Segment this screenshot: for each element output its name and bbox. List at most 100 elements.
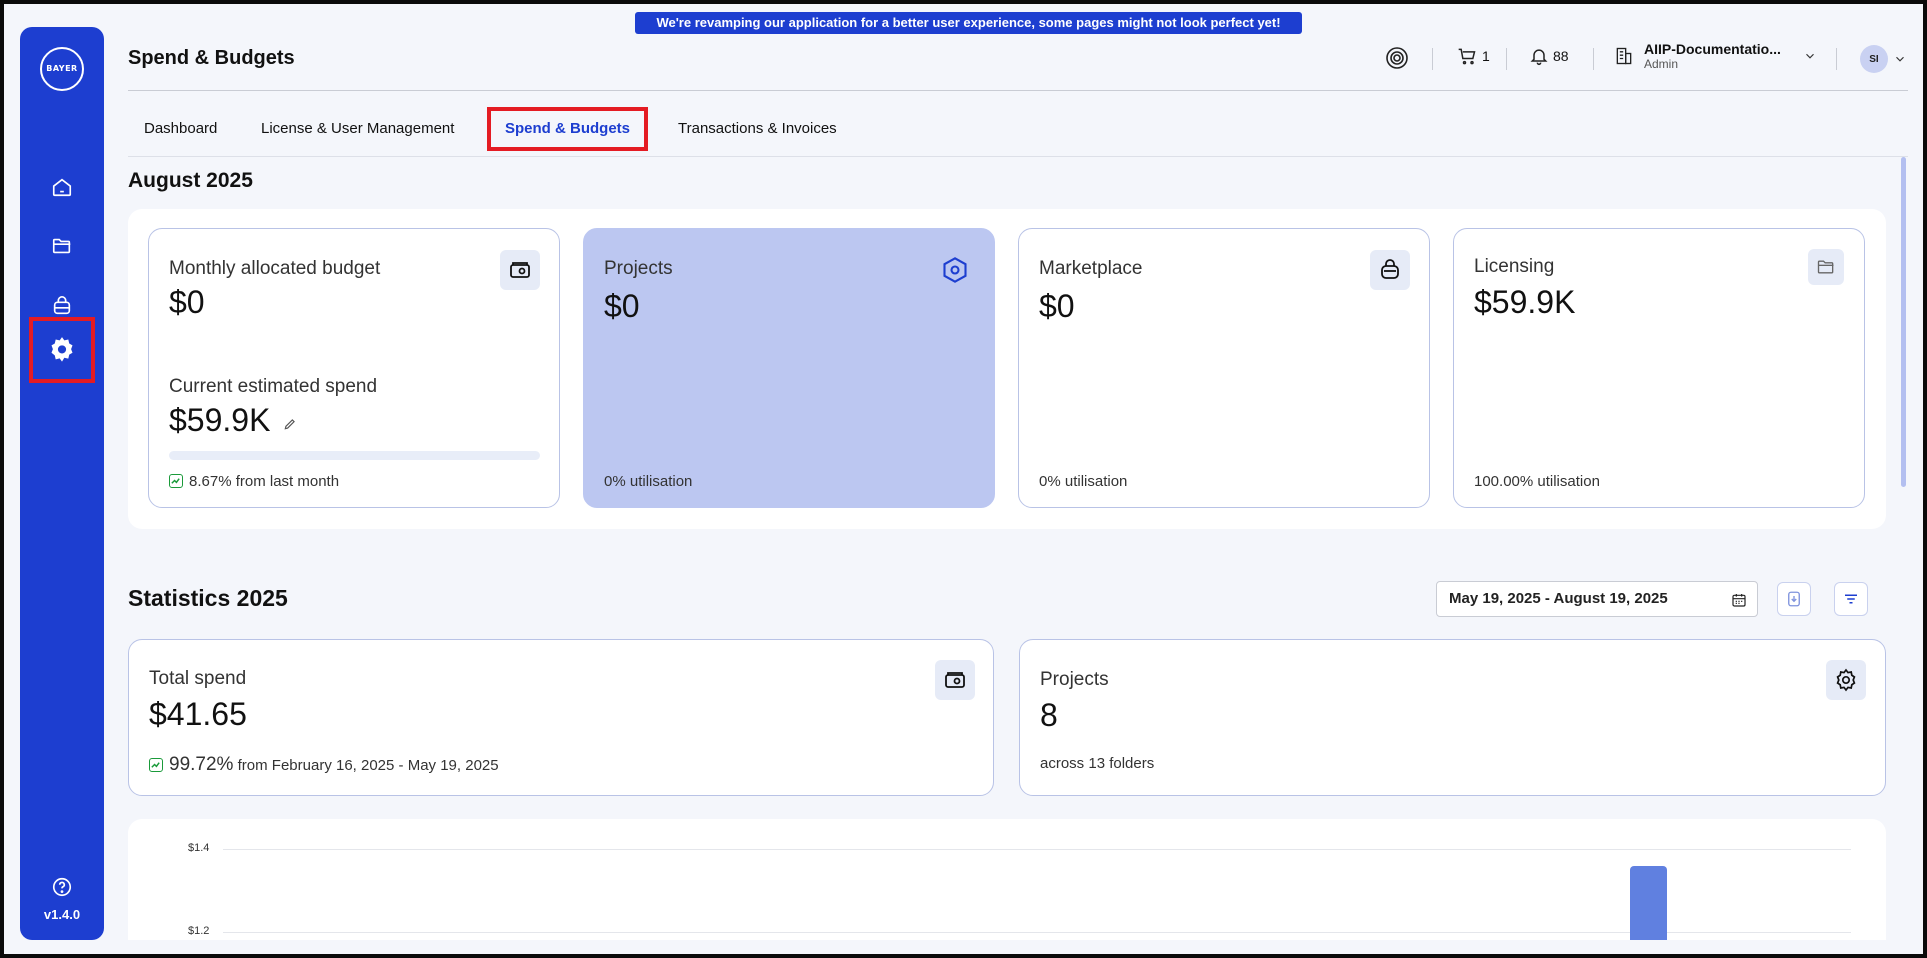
sidebar-item-help[interactable] xyxy=(42,867,82,907)
edit-icon[interactable] xyxy=(283,417,297,431)
chevron-down-icon xyxy=(1805,53,1814,59)
total-spend-value: $41.65 xyxy=(149,696,247,732)
bayer-logo[interactable]: BAYER xyxy=(40,47,84,91)
folder-icon xyxy=(52,238,71,254)
revamp-banner: We're revamping our application for a be… xyxy=(635,12,1302,34)
tab-spend-budgets[interactable]: Spend & Budgets xyxy=(487,107,649,151)
download-icon xyxy=(1788,591,1800,607)
cart-count: 1 xyxy=(1482,48,1490,64)
cart-icon xyxy=(1458,48,1476,65)
header-divider xyxy=(1836,48,1837,70)
budget-trend-text: 8.67% from last month xyxy=(189,473,340,490)
sidebar-item-marketplace[interactable] xyxy=(42,286,82,326)
building-icon xyxy=(1616,47,1632,65)
app-version: v1.4.0 xyxy=(43,907,81,922)
grid-line xyxy=(223,849,1851,850)
hexagon-gear-icon xyxy=(943,257,967,283)
total-spend-label: Total spend xyxy=(149,668,247,689)
trend-up-icon xyxy=(149,758,163,772)
help-icon xyxy=(52,877,72,897)
projects-statistics-label: Projects xyxy=(1040,669,1109,690)
projects-budget-label: Projects xyxy=(604,258,673,279)
projects-statistics-card: Projects 8 across 13 folders xyxy=(1019,639,1886,796)
total-spend-percent: 99.72% xyxy=(169,754,234,775)
tab-license-user-management[interactable]: License & User Management xyxy=(261,107,454,151)
folder-icon xyxy=(1817,260,1834,274)
calendar-icon xyxy=(1732,594,1746,607)
hexagon-gear-icon-box xyxy=(935,250,975,290)
grid-line xyxy=(223,932,1851,933)
total-spend-trend: 99.72% from February 16, 2025 - May 19, … xyxy=(149,754,499,776)
folder-icon-box xyxy=(1808,249,1844,285)
budget-panel: Monthly allocated budget $0 Current esti… xyxy=(128,209,1886,529)
total-spend-period: from February 16, 2025 - May 19, 2025 xyxy=(237,757,499,774)
monthly-budget-label: Monthly allocated budget xyxy=(169,258,381,279)
notifications-button[interactable]: 88 xyxy=(1529,46,1569,66)
bag-icon xyxy=(1381,259,1399,279)
licensing-budget-label: Licensing xyxy=(1474,256,1555,277)
scrollbar[interactable] xyxy=(1901,157,1906,487)
sidebar-item-home[interactable] xyxy=(42,167,82,207)
marketplace-budget-value: $0 xyxy=(1039,288,1075,324)
current-spend-value: $59.9K xyxy=(169,402,297,439)
y-tick-label: $1.4 xyxy=(188,842,210,854)
settings-icon xyxy=(51,337,73,362)
statistics-section-title: Statistics 2025 xyxy=(128,585,288,611)
current-spend-label: Current estimated spend xyxy=(169,376,378,397)
filter-icon xyxy=(1845,594,1857,604)
total-spend-card: Total spend $41.65 99.72% from February … xyxy=(128,639,994,796)
current-spend-amount: $59.9K xyxy=(169,402,271,438)
y-tick-label: $1.2 xyxy=(188,925,210,937)
date-range-picker[interactable]: May 19, 2025 - August 19, 2025 xyxy=(1436,581,1758,617)
budget-section-title: August 2025 xyxy=(128,169,253,192)
spend-chart: $1.4 $1.2 xyxy=(128,819,1886,940)
support-button[interactable] xyxy=(1385,46,1409,70)
bag-icon xyxy=(53,296,71,315)
home-icon xyxy=(52,178,72,197)
chevron-down-icon[interactable] xyxy=(1893,52,1907,66)
lifebuoy-icon xyxy=(1386,47,1408,69)
money-icon xyxy=(945,672,965,688)
chart-bar[interactable] xyxy=(1630,865,1667,940)
header-divider xyxy=(1506,48,1507,70)
tab-dashboard[interactable]: Dashboard xyxy=(144,107,217,151)
bell-icon xyxy=(1530,49,1548,66)
download-button[interactable] xyxy=(1777,582,1811,616)
sidebar-item-folders[interactable] xyxy=(42,226,82,266)
date-range-text: May 19, 2025 - August 19, 2025 xyxy=(1449,590,1668,607)
marketplace-budget-card[interactable]: Marketplace $0 0% utilisation xyxy=(1018,228,1430,508)
sidebar: BAYER v1.4.0 xyxy=(20,27,104,940)
projects-budget-value: $0 xyxy=(604,288,640,324)
app-frame: We're revamping our application for a be… xyxy=(4,4,1923,954)
money-icon-box xyxy=(500,250,540,290)
organization-selector[interactable]: AIIP-Documentatio... Admin xyxy=(1614,41,1817,71)
header-divider xyxy=(1593,48,1594,70)
avatar[interactable]: SI xyxy=(1860,45,1888,73)
logo-text-horizontal: BAYER xyxy=(46,64,78,73)
projects-statistics-value: 8 xyxy=(1040,697,1058,733)
licensing-budget-value: $59.9K xyxy=(1474,284,1576,320)
tab-transactions-invoices[interactable]: Transactions & Invoices xyxy=(678,107,837,151)
budget-progress-bar xyxy=(169,451,540,460)
projects-budget-card[interactable]: Projects $0 0% utilisation xyxy=(583,228,995,508)
gear-icon-box xyxy=(1826,660,1866,700)
licensing-budget-card[interactable]: Licensing $59.9K 100.00% utilisation xyxy=(1453,228,1865,508)
organization-name: AIIP-Documentatio... xyxy=(1644,41,1781,57)
gear-icon xyxy=(1836,668,1856,692)
sidebar-item-settings[interactable] xyxy=(29,317,95,383)
money-icon-box xyxy=(935,660,975,700)
filter-button[interactable] xyxy=(1834,582,1868,616)
page-title: Spend & Budgets xyxy=(128,47,295,69)
monthly-budget-card: Monthly allocated budget $0 Current esti… xyxy=(148,228,560,508)
notifications-count: 88 xyxy=(1553,48,1569,64)
organization-role: Admin xyxy=(1644,57,1679,71)
projects-folders-count: across 13 folders xyxy=(1040,755,1155,772)
tabs-divider xyxy=(128,156,1908,157)
money-icon xyxy=(510,262,530,278)
header-divider-line xyxy=(128,90,1908,91)
licensing-utilisation: 100.00% utilisation xyxy=(1474,473,1600,490)
trend-up-icon xyxy=(169,474,183,488)
projects-utilisation: 0% utilisation xyxy=(604,473,693,490)
cart-button[interactable]: 1 xyxy=(1456,46,1490,66)
marketplace-budget-label: Marketplace xyxy=(1039,258,1143,279)
